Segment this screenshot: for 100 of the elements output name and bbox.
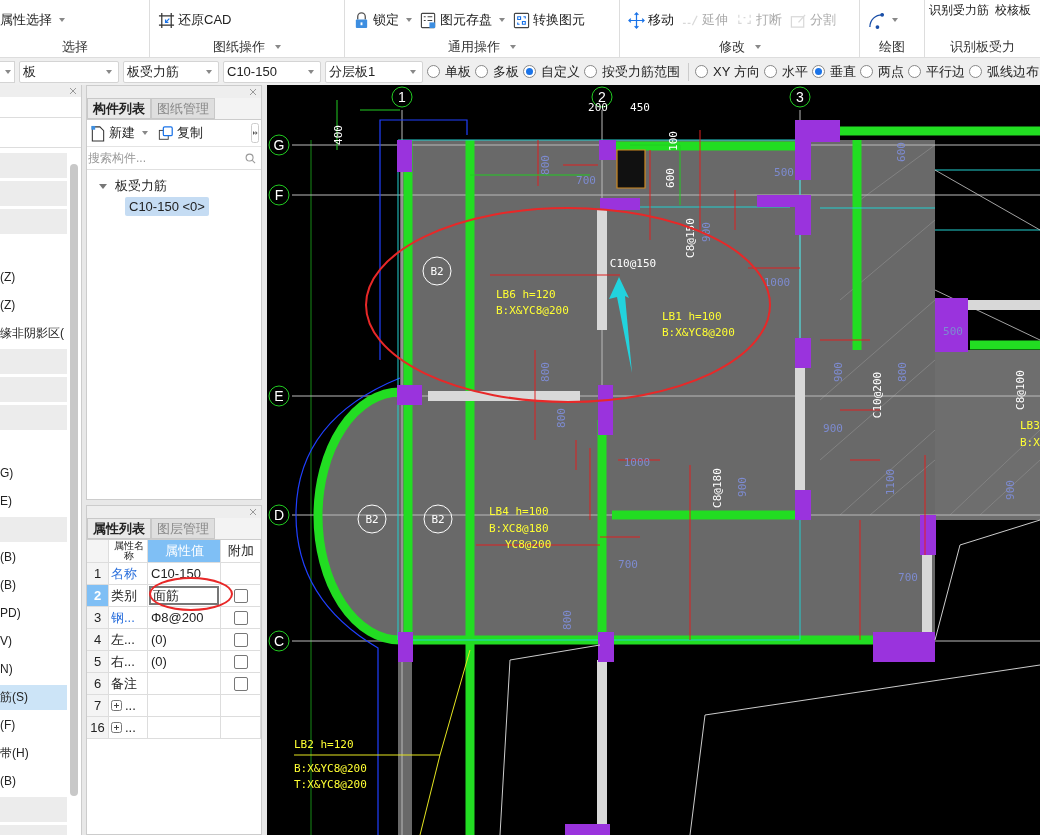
toolbar-button[interactable] — [868, 11, 898, 29]
dropdown[interactable]: C10-150 — [223, 60, 321, 83]
more-icon[interactable] — [251, 123, 259, 143]
radio-option[interactable]: 两点 — [859, 62, 904, 81]
radio-button[interactable] — [523, 65, 536, 78]
toolbar-button[interactable]: 新建 — [90, 124, 148, 142]
row-number[interactable]: 3 — [87, 607, 109, 628]
tree-item[interactable]: N) — [0, 657, 67, 682]
tree-item[interactable]: 筋(S) — [0, 685, 67, 710]
toolbar-button[interactable]: 识别受力筋 — [929, 2, 989, 19]
tab[interactable]: 属性列表 — [87, 518, 151, 539]
tree-item[interactable]: (B) — [0, 545, 67, 570]
toolbar-button[interactable]: 移动 — [628, 11, 674, 29]
new-file-icon — [90, 124, 106, 142]
radio-option[interactable]: 弧线边布 — [968, 62, 1039, 81]
slab-label: B:XC8@180 — [489, 521, 549, 535]
row-number[interactable]: 5 — [87, 651, 109, 672]
search-field[interactable]: 搜索构件... — [88, 149, 228, 167]
radio-option[interactable]: 水平 — [763, 62, 808, 81]
input-field[interactable]: 面筋 — [149, 586, 219, 605]
radio-button[interactable] — [763, 65, 777, 78]
row-number[interactable]: 7 — [87, 695, 109, 716]
table-cell-text: ... — [125, 698, 136, 713]
radio-button[interactable] — [907, 65, 921, 78]
radio-option[interactable]: 按受力筋范围 — [584, 62, 680, 81]
radio-option[interactable]: 自定义 — [523, 62, 580, 81]
checkbox[interactable] — [233, 676, 248, 691]
copy-icon — [158, 124, 174, 142]
radio-option[interactable]: 平行边 — [907, 62, 965, 81]
radio-option[interactable]: 垂直 — [811, 62, 856, 81]
toolbar-button[interactable]: 转换图元 — [513, 11, 585, 29]
row-number[interactable]: 16 — [87, 717, 109, 738]
row-number[interactable]: 1 — [87, 563, 109, 584]
dropdown[interactable] — [0, 60, 15, 83]
tab[interactable]: 构件列表 — [87, 98, 151, 119]
tree-item[interactable]: 板受力筋 — [111, 175, 171, 197]
column-header: 附加 — [221, 540, 261, 562]
tree-item[interactable]: C10-150 <0> — [125, 197, 209, 216]
checkbox[interactable] — [233, 654, 248, 669]
tree-item[interactable]: (Z) — [0, 265, 67, 290]
checkbox[interactable] — [233, 588, 248, 603]
close-icon[interactable] — [249, 88, 257, 96]
expand-icon[interactable] — [111, 722, 122, 733]
tree-item[interactable]: V) — [0, 629, 67, 654]
radio-button[interactable] — [811, 65, 825, 78]
checkbox[interactable] — [233, 610, 248, 625]
radio-button[interactable] — [859, 65, 873, 78]
close-icon[interactable] — [249, 508, 257, 516]
table-cell: 钢... — [109, 607, 148, 628]
radio-button[interactable] — [968, 65, 982, 78]
dropdown[interactable]: 分层板1 — [325, 60, 423, 83]
caret-icon[interactable] — [510, 44, 516, 49]
radio-button[interactable] — [427, 65, 440, 78]
tree-item[interactable]: G) — [0, 461, 67, 486]
caret-icon[interactable] — [99, 183, 107, 189]
caret-icon — [892, 18, 898, 22]
radio-option[interactable]: XY 方向 — [695, 62, 760, 81]
caret-icon[interactable] — [275, 44, 281, 49]
tree-item[interactable]: (Z) — [0, 293, 67, 318]
radio-button[interactable] — [584, 65, 597, 78]
caret-icon[interactable] — [754, 44, 761, 49]
row-number[interactable]: 6 — [87, 673, 109, 694]
tree-item[interactable]: (F) — [0, 713, 67, 738]
toolbar-button[interactable]: 校核板 — [995, 2, 1031, 19]
dropdown[interactable]: 板 — [19, 60, 119, 83]
toolbar-button[interactable]: 图元存盘 — [420, 11, 505, 29]
radio-option[interactable]: 多板 — [475, 62, 519, 81]
dimension-text: 800 — [560, 610, 574, 630]
axis-bubble: 1 — [391, 86, 413, 108]
tree-item[interactable]: E) — [0, 489, 67, 514]
table-cell: 右... — [109, 651, 148, 672]
tree-item[interactable]: (B) — [0, 769, 67, 794]
slab-label: LB4 h=100 — [489, 504, 549, 518]
search-icon[interactable] — [245, 152, 256, 164]
toolbar-button[interactable]: 属性选择 — [0, 11, 65, 29]
tree-item[interactable]: 缘非阴影区( — [0, 321, 67, 346]
expand-icon[interactable] — [111, 700, 122, 711]
table-cell: 类别 — [109, 585, 148, 606]
dimension-text: 800 — [895, 362, 909, 382]
axis-bubble: 3 — [789, 86, 811, 108]
row-number[interactable]: 4 — [87, 629, 109, 650]
slab-label: B:X — [1020, 435, 1040, 449]
radio-option[interactable]: 单板 — [427, 62, 471, 81]
tree-item[interactable]: 带(H) — [0, 741, 67, 766]
tree-item[interactable]: (B) — [0, 573, 67, 598]
rebar-label: C10@150 — [609, 256, 657, 270]
dropdown[interactable]: 板受力筋 — [123, 60, 219, 83]
checkbox[interactable] — [233, 632, 248, 647]
close-icon[interactable] — [69, 87, 77, 95]
caret-icon — [406, 18, 412, 22]
toolbar-button[interactable]: 还原CAD — [158, 11, 232, 29]
scrollbar[interactable] — [70, 164, 78, 796]
tree-item[interactable]: PD) — [0, 601, 67, 626]
slab-label: YC8@200 — [505, 537, 552, 551]
rebar-label: C8@180 — [710, 468, 724, 508]
caret-icon — [5, 69, 11, 74]
toolbar-button[interactable]: 锁定 — [353, 11, 412, 29]
radio-button[interactable] — [695, 65, 708, 78]
radio-button[interactable] — [475, 65, 488, 78]
toolbar-button[interactable]: 复制 — [158, 124, 203, 142]
